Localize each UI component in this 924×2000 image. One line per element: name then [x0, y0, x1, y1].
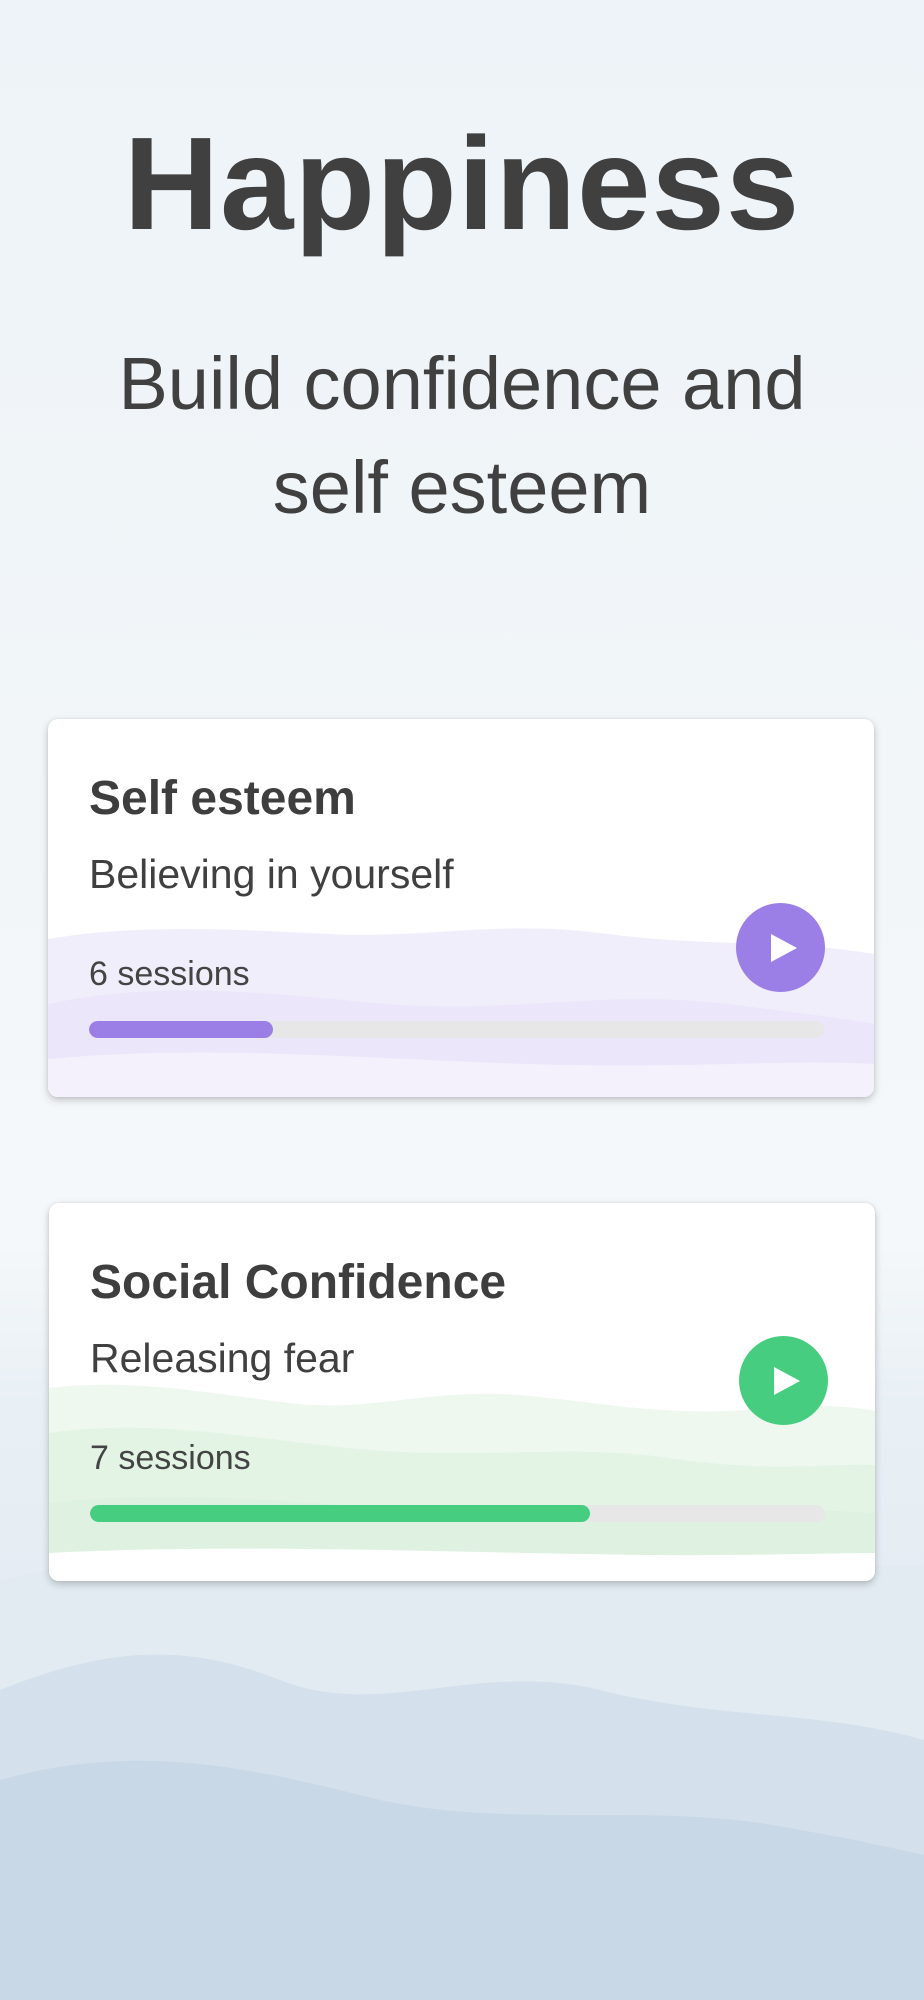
card-description: Releasing fear [90, 1335, 355, 1381]
card-description: Believing in yourself [89, 851, 454, 897]
progress-bar [90, 1505, 825, 1522]
progress-bar [89, 1021, 824, 1038]
sessions-count: 6 sessions [89, 955, 250, 993]
card-title: Social Confidence [90, 1256, 507, 1309]
play-button[interactable] [736, 903, 825, 992]
play-icon [773, 1366, 800, 1395]
progress-fill [90, 1505, 590, 1522]
background-mountains [0, 1557, 924, 2000]
progress-fill [89, 1021, 273, 1038]
play-button[interactable] [739, 1336, 828, 1425]
course-card-social-confidence[interactable]: Social Confidence Releasing fear 7 sessi… [49, 1203, 875, 1581]
play-icon [770, 933, 797, 962]
course-card-self-esteem[interactable]: Self esteem Believing in yourself 6 sess… [48, 719, 874, 1097]
page-title: Happiness [123, 110, 801, 257]
card-title: Self esteem [89, 772, 356, 825]
page-subtitle: Build confidence and self esteem [118, 342, 806, 529]
sessions-count: 7 sessions [90, 1439, 251, 1477]
